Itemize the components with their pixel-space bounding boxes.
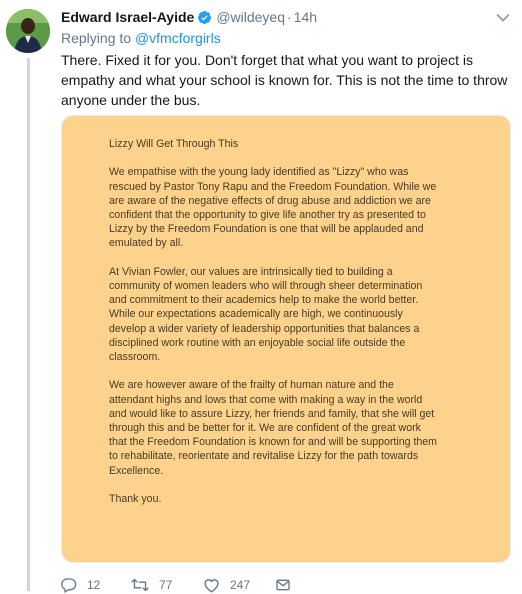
chevron-down-icon[interactable] <box>496 10 510 28</box>
replying-to-mention[interactable]: @vfmcforgirls <box>135 30 221 46</box>
verified-badge-icon <box>197 10 212 30</box>
avatar-image <box>6 9 50 53</box>
reply-button[interactable]: 12 <box>61 576 100 594</box>
separator-dot: · <box>287 9 292 25</box>
letter-title: Lizzy Will Get Through This <box>109 138 239 150</box>
avatar[interactable] <box>6 9 50 53</box>
like-count: 247 <box>230 578 251 592</box>
replying-to: Replying to @vfmcforgirls <box>61 29 221 47</box>
tweet-timestamp[interactable]: 14h <box>294 9 317 25</box>
like-button[interactable]: 247 <box>203 576 250 594</box>
letter-paragraph: We are however aware of the frailty of h… <box>109 379 438 477</box>
author-name[interactable]: Edward Israel-Ayide <box>61 9 194 25</box>
retweet-count: 77 <box>159 578 173 592</box>
letter-paragraph: At Vivian Fowler, our values are intrins… <box>109 265 423 364</box>
thread-line <box>27 58 30 591</box>
reply-count: 12 <box>87 578 101 592</box>
letter-content: Lizzy Will Get Through This We empathise… <box>109 137 439 520</box>
letter-signoff: Thank you. <box>109 493 162 506</box>
direct-message-button[interactable] <box>275 576 291 594</box>
author-handle[interactable]: @wildeyeq <box>216 9 285 25</box>
replying-to-prefix: Replying to <box>61 30 132 46</box>
tweet-image[interactable]: Lizzy Will Get Through This We empathise… <box>61 115 511 563</box>
tweet-header: Edward Israel-Ayide @wildeyeq · 14h <box>61 7 522 27</box>
letter-paragraph: We empathise with the young lady identif… <box>109 166 437 250</box>
retweet-button[interactable]: 77 <box>131 576 172 594</box>
tweet-text: There. Fixed it for you. Don't forget th… <box>61 50 509 110</box>
tweet-body: There. Fixed it for you. Don't forget th… <box>61 52 508 108</box>
